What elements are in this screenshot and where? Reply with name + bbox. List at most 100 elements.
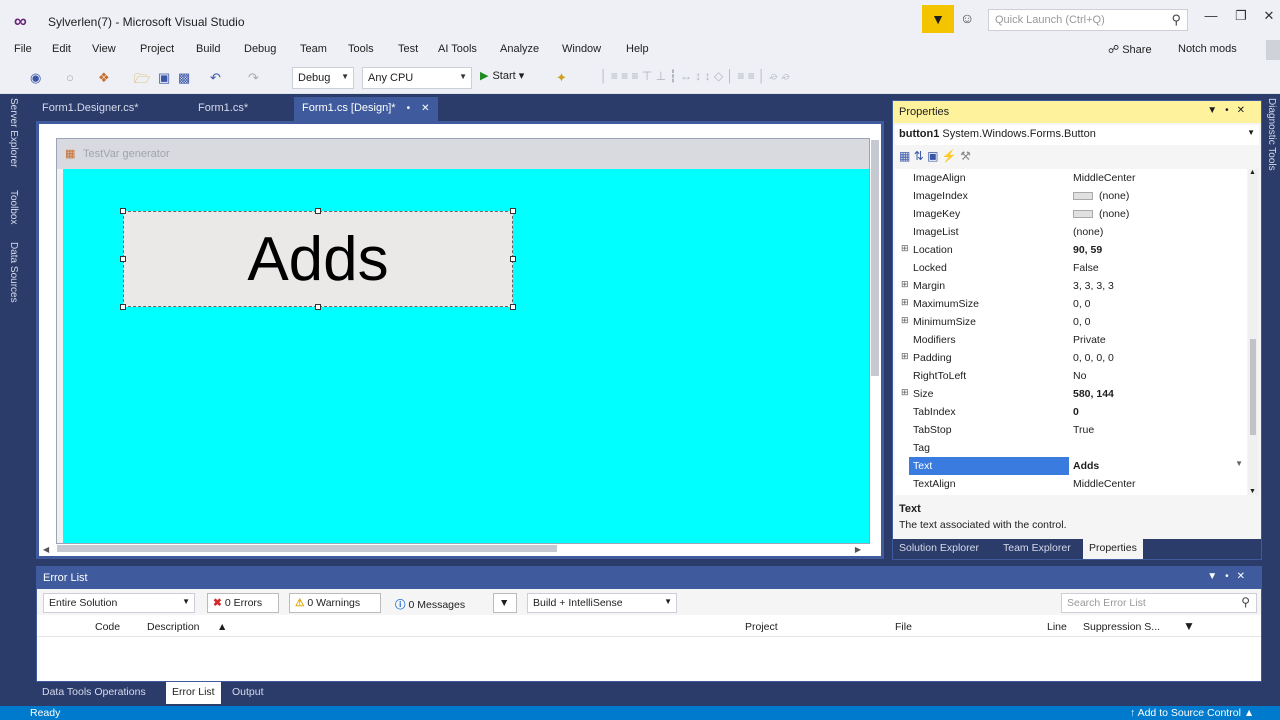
save-icon[interactable]: ▣ (158, 70, 170, 86)
errors-filter-button[interactable]: ✖ 0 Errors (207, 593, 279, 613)
start-button[interactable]: ▶ Start ▾ (480, 69, 524, 82)
navigate-back-icon[interactable]: ◉ (30, 70, 41, 86)
property-row[interactable]: Modifiers Private (895, 331, 1247, 349)
properties-view-icon[interactable]: ▣ (927, 149, 938, 163)
property-value[interactable]: (none) (1073, 190, 1129, 202)
save-all-icon[interactable]: ▩ (178, 70, 190, 86)
menu-file[interactable]: File (14, 43, 32, 55)
column-suppression-state[interactable]: Suppression S... (1083, 621, 1160, 633)
platform-dropdown[interactable]: Any CPU ▼ (362, 67, 472, 89)
property-row[interactable]: ImageKey (none) (895, 205, 1247, 223)
tab-solution-explorer[interactable]: Solution Explorer (899, 542, 979, 554)
browser-link-icon[interactable]: ✦ (556, 70, 567, 86)
minimize-icon[interactable]: — (1196, 8, 1226, 28)
property-value[interactable]: True (1073, 424, 1094, 436)
resize-handle-nw[interactable] (120, 208, 126, 214)
messages-filter-button[interactable]: ⓘ 0 Messages (389, 593, 481, 613)
filter-icon[interactable]: ▼ (1183, 619, 1195, 633)
tab-output[interactable]: Output (232, 686, 264, 698)
column-line[interactable]: Line (1047, 621, 1067, 633)
build-filter-dropdown[interactable]: Build + IntelliSense ▼ (527, 593, 677, 613)
share-button[interactable]: ☍ Share (1108, 43, 1152, 56)
warnings-filter-button[interactable]: ⚠ 0 Warnings (289, 593, 381, 613)
scroll-left-icon[interactable]: ◀ (43, 545, 49, 554)
expand-icon[interactable]: ⊞ (901, 297, 909, 308)
tab-team-explorer[interactable]: Team Explorer (1003, 542, 1071, 554)
menu-tools[interactable]: Tools (348, 43, 374, 55)
menu-edit[interactable]: Edit (52, 43, 71, 55)
close-tab-icon[interactable]: ✕ (421, 103, 429, 114)
property-value[interactable]: 0, 0 (1073, 316, 1091, 328)
search-error-list-input[interactable]: Search Error List ⚲ (1061, 593, 1257, 613)
diagnostic-tools-tab[interactable]: Diagnostic Tools (1266, 98, 1277, 171)
property-value[interactable]: MiddleCenter (1073, 478, 1135, 490)
property-value[interactable]: 3, 3, 3, 3 (1073, 280, 1114, 292)
property-value[interactable]: False (1073, 262, 1099, 274)
column-code[interactable]: Code (95, 621, 120, 633)
tab-form1-designer-cs[interactable]: Form1.Designer.cs* (34, 97, 147, 121)
close-icon[interactable]: ✕ (1254, 8, 1280, 28)
scroll-up-icon[interactable]: ▲ (1249, 169, 1256, 176)
avatar[interactable] (1266, 40, 1280, 60)
resize-handle-ne[interactable] (510, 208, 516, 214)
property-value[interactable]: MiddleCenter (1073, 172, 1135, 184)
menu-view[interactable]: View (92, 43, 116, 55)
expand-icon[interactable]: ⊞ (901, 315, 909, 326)
restore-icon[interactable]: ❐ (1226, 8, 1256, 28)
toolbox-tab[interactable]: Toolbox (8, 190, 19, 224)
scroll-right-icon[interactable]: ▶ (855, 545, 861, 554)
open-file-icon[interactable]: 🗁 (134, 70, 150, 92)
feedback-icon[interactable]: ☺ (960, 10, 974, 26)
property-row[interactable]: Text Adds ▼ (895, 457, 1247, 475)
column-description[interactable]: Description (147, 621, 200, 633)
property-row[interactable]: ⊞ Size 580, 144 (895, 385, 1247, 403)
menu-window[interactable]: Window (562, 43, 601, 55)
property-row[interactable]: ⊞ MinimumSize 0, 0 (895, 313, 1247, 331)
redo-icon[interactable]: ↷ (248, 70, 259, 86)
notification-filter-icon[interactable]: ▼ (922, 5, 954, 33)
undo-icon[interactable]: ↶ (210, 70, 221, 86)
property-value[interactable]: (none) (1073, 226, 1103, 238)
designer-vertical-scrollbar[interactable] (871, 140, 879, 376)
tab-error-list[interactable]: Error List (166, 682, 221, 704)
configuration-dropdown[interactable]: Debug ▼ (292, 67, 354, 89)
menu-analyze[interactable]: Analyze (500, 43, 539, 55)
tab-properties[interactable]: Properties (1083, 539, 1143, 559)
property-grid-scrollbar[interactable]: ▲ ▼ (1248, 169, 1258, 495)
property-row[interactable]: ImageIndex (none) (895, 187, 1247, 205)
menu-debug[interactable]: Debug (244, 43, 276, 55)
resize-handle-se[interactable] (510, 304, 516, 310)
adds-button[interactable]: Adds (123, 211, 513, 307)
designer-horizontal-scrollbar[interactable] (57, 545, 557, 552)
property-value[interactable]: No (1073, 370, 1086, 382)
property-row[interactable]: RightToLeft No (895, 367, 1247, 385)
property-row[interactable]: Locked False (895, 259, 1247, 277)
tab-form1-cs[interactable]: Form1.cs* (190, 97, 256, 121)
property-row[interactable]: TabIndex 0 (895, 403, 1247, 421)
data-sources-tab[interactable]: Data Sources (8, 242, 19, 303)
resize-handle-w[interactable] (120, 256, 126, 262)
menu-build[interactable]: Build (196, 43, 220, 55)
search-icon[interactable]: ⚲ (1171, 12, 1181, 28)
property-value[interactable]: 0, 0, 0, 0 (1073, 352, 1114, 364)
panel-window-controls[interactable]: ▼•✕ (1207, 105, 1253, 116)
expand-icon[interactable]: ⊞ (901, 279, 909, 290)
property-pages-icon[interactable]: ⚒ (960, 149, 971, 163)
expand-icon[interactable]: ⊞ (901, 351, 909, 362)
form-window[interactable]: ▦ TestVar generator Adds (56, 138, 870, 544)
property-row[interactable]: ⊞ MaximumSize 0, 0 (895, 295, 1247, 313)
property-row[interactable]: Tag (895, 439, 1247, 457)
events-icon[interactable]: ⚡ (942, 149, 957, 163)
scrollbar-thumb[interactable] (1250, 339, 1256, 435)
resize-handle-s[interactable] (315, 304, 321, 310)
new-project-icon[interactable]: ❖ (98, 70, 110, 86)
property-row[interactable]: ⊞ Padding 0, 0, 0, 0 (895, 349, 1247, 367)
resize-handle-sw[interactable] (120, 304, 126, 310)
menu-help[interactable]: Help (626, 43, 649, 55)
property-row[interactable]: ⊞ Location 90, 59 (895, 241, 1247, 259)
add-to-source-control-button[interactable]: ↑ Add to Source Control ▲ (1130, 707, 1254, 719)
chevron-down-icon[interactable]: ▼ (1235, 459, 1243, 468)
property-row[interactable]: TabStop True (895, 421, 1247, 439)
menu-ai-tools[interactable]: AI Tools (438, 43, 477, 55)
expand-icon[interactable]: ⊞ (901, 387, 909, 398)
